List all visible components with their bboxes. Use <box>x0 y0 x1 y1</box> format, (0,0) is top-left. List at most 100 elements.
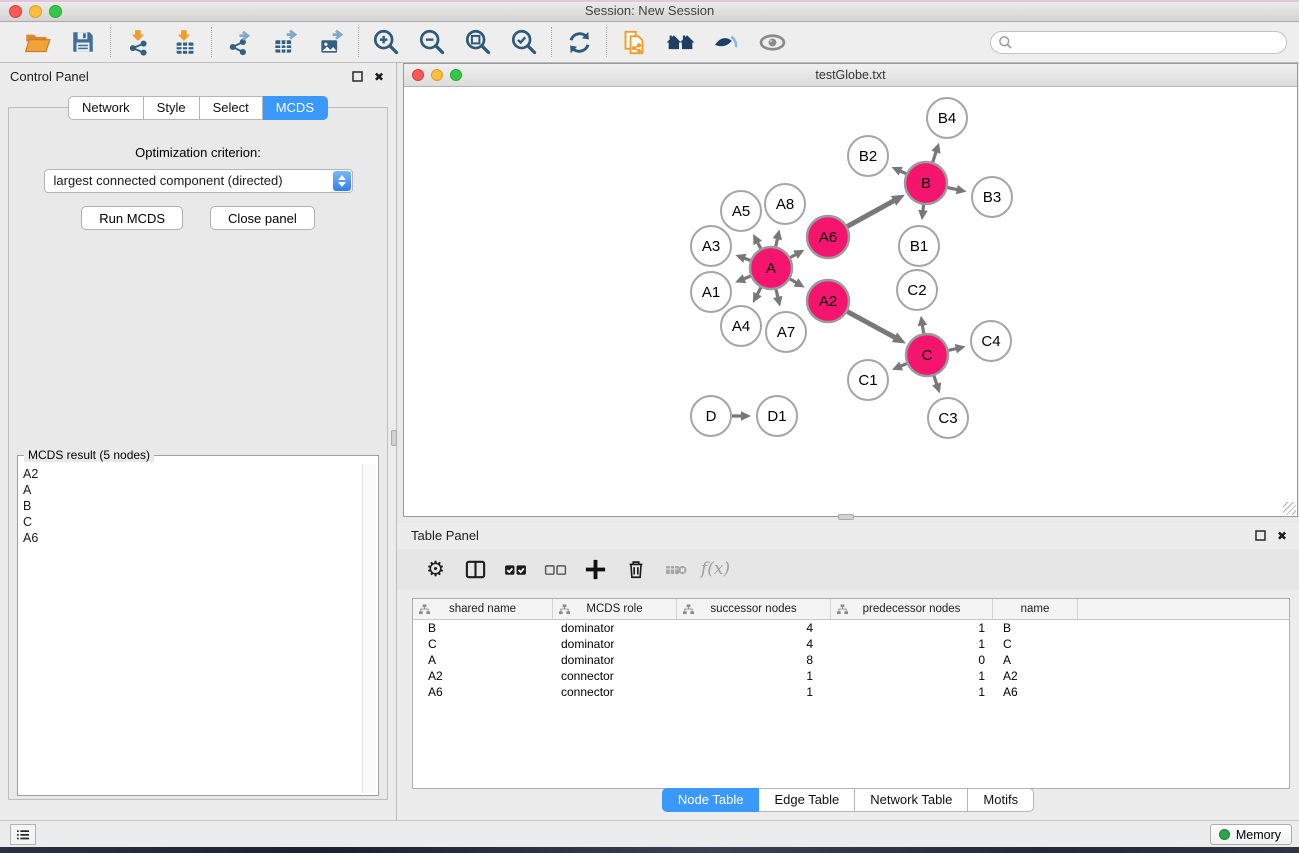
table-tab-network-table[interactable]: Network Table <box>855 788 968 812</box>
tab-select[interactable]: Select <box>200 96 263 120</box>
export-image-icon[interactable] <box>316 27 346 57</box>
close-panel-icon[interactable]: ✖ <box>374 72 384 82</box>
graph-edge-A2-C[interactable] <box>847 312 896 339</box>
float-table-panel-icon[interactable] <box>1255 530 1266 541</box>
column-header-predecessor-nodes[interactable]: predecessor nodes <box>831 599 993 619</box>
close-table-panel-icon[interactable]: ✖ <box>1277 531 1287 541</box>
status-bar: Memory <box>0 820 1299 847</box>
table-tab-motifs[interactable]: Motifs <box>968 788 1034 812</box>
graph-node-B[interactable]: B <box>905 162 947 204</box>
horizontal-divider-handle[interactable] <box>838 514 854 520</box>
graph-node-A3[interactable]: A3 <box>691 226 731 266</box>
graph-node-A7[interactable]: A7 <box>766 312 806 352</box>
table-tab-node-table[interactable]: Node Table <box>662 788 760 812</box>
resize-grip[interactable] <box>1283 502 1296 515</box>
column-header-shared-name[interactable]: shared name <box>413 599 553 619</box>
export-network-icon[interactable] <box>224 27 254 57</box>
graph-node-B1[interactable]: B1 <box>899 226 939 266</box>
graph-node-C1[interactable]: C1 <box>848 360 888 400</box>
column-header-name[interactable]: name <box>993 599 1078 619</box>
result-item[interactable]: B <box>21 498 360 514</box>
zoom-in-icon[interactable] <box>371 27 401 57</box>
result-item[interactable]: C <box>21 514 360 530</box>
graph-node-A1[interactable]: A1 <box>691 272 731 312</box>
graph-node-C4[interactable]: C4 <box>971 321 1011 361</box>
delete-column-icon[interactable] <box>619 554 652 584</box>
column-header-MCDS-role[interactable]: MCDS role <box>553 599 677 619</box>
result-item[interactable]: A <box>21 482 360 498</box>
table-row[interactable]: A2connector11A2 <box>413 668 1289 684</box>
network-close-button[interactable] <box>412 69 424 81</box>
close-panel-button[interactable]: Close panel <box>210 206 315 230</box>
graph-node-A2[interactable]: A2 <box>807 280 849 322</box>
table-tab-edge-table[interactable]: Edge Table <box>759 788 855 812</box>
network-window-titlebar[interactable]: testGlobe.txt <box>404 64 1297 87</box>
svg-text:B1: B1 <box>910 238 928 255</box>
edge-arrowhead <box>918 210 928 220</box>
maximize-window-button[interactable] <box>49 5 62 18</box>
table-row[interactable]: Bdominator41B <box>413 620 1289 636</box>
graph-node-A6[interactable]: A6 <box>807 216 849 258</box>
graph-node-A8[interactable]: A8 <box>765 184 805 224</box>
save-session-icon[interactable] <box>68 27 98 57</box>
table-settings-gear-icon[interactable]: ⚙ <box>419 554 452 584</box>
graph-node-D[interactable]: D <box>691 396 731 436</box>
show-eye-icon[interactable] <box>757 27 787 57</box>
tab-mcds[interactable]: MCDS <box>263 96 328 120</box>
table-cell: A6 <box>993 685 1078 699</box>
graph-node-A4[interactable]: A4 <box>721 306 761 346</box>
node-table[interactable]: shared nameMCDS rolesuccessor nodesprede… <box>412 598 1290 789</box>
zoom-selected-icon[interactable] <box>509 27 539 57</box>
network-canvas[interactable]: B4 B2 B B3 A8A5 A6 B1 A3 A C2 A1 A2 A4A7 C4 C C1 C3 D D1 <box>404 87 1297 516</box>
minimize-window-button[interactable] <box>29 5 42 18</box>
graph-node-B3[interactable]: B3 <box>972 177 1012 217</box>
create-column-icon[interactable] <box>579 554 612 584</box>
search-input[interactable] <box>990 31 1287 54</box>
task-history-button[interactable] <box>10 824 36 845</box>
run-mcds-button[interactable]: Run MCDS <box>81 206 183 230</box>
tab-style[interactable]: Style <box>144 96 200 120</box>
unselect-all-columns-icon[interactable] <box>539 554 572 584</box>
graph-node-C3[interactable]: C3 <box>928 398 968 438</box>
table-panel-title: Table Panel <box>411 528 479 543</box>
network-maximize-button[interactable] <box>450 69 462 81</box>
table-row[interactable]: Cdominator41C <box>413 636 1289 652</box>
import-table-icon[interactable] <box>169 27 199 57</box>
graph-node-C[interactable]: C <box>906 334 948 376</box>
graph-node-C2[interactable]: C2 <box>897 270 937 310</box>
zoom-out-icon[interactable] <box>417 27 447 57</box>
browser-home-icon[interactable] <box>665 27 695 57</box>
open-session-icon[interactable] <box>22 27 52 57</box>
result-item[interactable]: A6 <box>21 530 360 546</box>
table-cell: A6 <box>413 685 553 699</box>
import-network-icon[interactable] <box>123 27 153 57</box>
graph-edge-A6-B[interactable] <box>847 200 895 226</box>
show-column-icon[interactable] <box>459 554 492 584</box>
graph-node-A[interactable]: A <box>750 247 792 289</box>
network-minimize-button[interactable] <box>431 69 443 81</box>
table-row[interactable]: A6connector11A6 <box>413 684 1289 700</box>
graph-node-B2[interactable]: B2 <box>848 136 888 176</box>
hide-panel-eye-icon[interactable] <box>711 27 741 57</box>
table-row[interactable]: Adominator80A <box>413 652 1289 668</box>
table-cell: 1 <box>831 685 993 699</box>
close-window-button[interactable] <box>9 5 22 18</box>
vertical-divider-handle[interactable] <box>391 430 397 446</box>
criterion-dropdown[interactable]: largest connected component (directed) <box>44 169 353 193</box>
graph-node-A5[interactable]: A5 <box>721 191 761 231</box>
mcds-result-list[interactable]: A2ABCA6 <box>21 466 360 793</box>
svg-text:B2: B2 <box>859 148 877 165</box>
refresh-icon[interactable] <box>564 27 594 57</box>
column-header-successor-nodes[interactable]: successor nodes <box>677 599 831 619</box>
graph-node-D1[interactable]: D1 <box>757 396 797 436</box>
result-item[interactable]: A2 <box>21 466 360 482</box>
clone-network-icon[interactable] <box>619 27 649 57</box>
export-table-icon[interactable] <box>270 27 300 57</box>
float-panel-icon[interactable] <box>352 71 363 82</box>
select-all-columns-icon[interactable] <box>499 554 532 584</box>
memory-button[interactable]: Memory <box>1210 824 1292 845</box>
zoom-fit-icon[interactable] <box>463 27 493 57</box>
graph-node-B4[interactable]: B4 <box>927 98 967 138</box>
tab-network[interactable]: Network <box>68 96 144 120</box>
result-scrollbar[interactable] <box>362 464 376 793</box>
